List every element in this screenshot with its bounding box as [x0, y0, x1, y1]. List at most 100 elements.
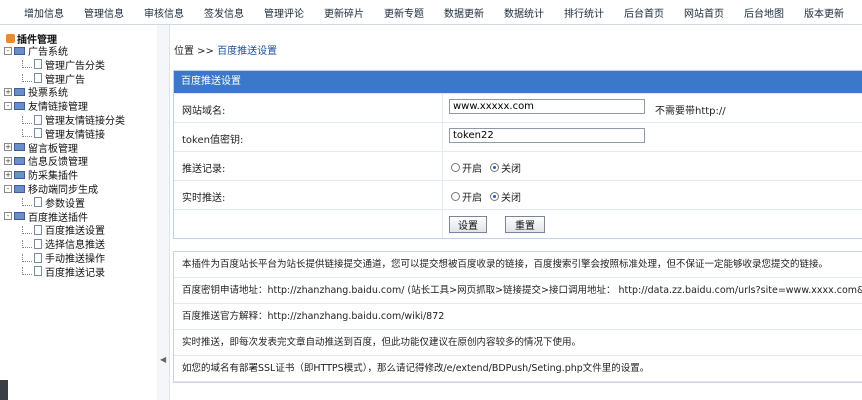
folder-icon [14, 101, 25, 110]
collapse-icon[interactable]: - [4, 46, 12, 55]
sidebar-item[interactable]: - 百度推送插件 [4, 210, 88, 224]
info-line: 百度密钥申请地址：http://zhanzhang.baidu.com/ (站长… [174, 277, 862, 303]
nav-version-update[interactable]: 版本更新 [792, 5, 852, 20]
site-domain-input[interactable] [449, 99, 645, 114]
realtime-push-on-radio[interactable] [451, 192, 460, 201]
nav-ranking-stats[interactable]: 排行统计 [552, 5, 612, 20]
reset-button[interactable]: 重置 [505, 216, 545, 233]
nav-update-fragments[interactable]: 更新碎片 [312, 5, 372, 20]
expand-icon[interactable]: + [4, 156, 12, 165]
page-icon [34, 266, 42, 277]
push-record-off-radio[interactable] [490, 163, 499, 172]
info-line: 本插件为百度站长平台为站长提供链接提交通道，您可以提交想被百度收录的链接，百度搜… [182, 259, 829, 270]
collapse-icon[interactable]: - [4, 101, 12, 110]
folder-icon [14, 212, 25, 221]
sidebar-item[interactable]: 百度推送设置 [22, 223, 105, 238]
sidebar-item[interactable]: 百度推送记录 [22, 265, 105, 279]
sidebar-item-label: 选择信息推送 [45, 240, 105, 252]
sidebar-item[interactable]: + 投票系统 [4, 85, 68, 100]
nav-update-topics[interactable]: 更新专题 [372, 5, 432, 20]
realtime-push-on-label[interactable]: 开启 [462, 189, 482, 204]
token-label: token值密钥: [182, 135, 244, 146]
tree-connector [22, 239, 32, 248]
nav-admin-map[interactable]: 后台地图 [732, 5, 792, 20]
sidebar-item-label: 百度推送记录 [45, 267, 105, 279]
sidebar-item-label: 移动端同步生成 [28, 185, 98, 196]
folder-icon [14, 87, 25, 96]
nav-sign-info[interactable]: 签发信息 [192, 5, 252, 20]
site-domain-label: 网站域名: [182, 106, 226, 117]
nav-review-info[interactable]: 审核信息 [132, 5, 192, 20]
tree-connector [22, 115, 32, 124]
sidebar-item-label: 管理广告分类 [45, 60, 105, 72]
collapse-icon[interactable]: - [4, 184, 12, 193]
tree-connector [22, 225, 32, 234]
realtime-push-off-radio[interactable] [490, 192, 499, 201]
sidebar-item-label: 参数设置 [45, 198, 85, 210]
folder-icon [14, 184, 25, 193]
push-record-on-radio[interactable] [451, 163, 460, 172]
page-icon [34, 238, 42, 249]
arrow-left-icon: ◀ [160, 355, 167, 364]
nav-site-home[interactable]: 网站首页 [672, 5, 732, 20]
form-title: 百度推送设置 [174, 71, 862, 93]
page-icon [34, 197, 42, 208]
sidebar-item[interactable]: 管理广告分类 [22, 58, 105, 72]
settings-form: 百度推送设置 网站域名: 不需要带http:// token值密钥: 推送记录:… [173, 70, 862, 239]
nav-admin-home[interactable]: 后台首页 [612, 5, 672, 20]
folder-icon [14, 170, 25, 179]
collapse-icon[interactable]: - [4, 212, 12, 221]
breadcrumb-link[interactable]: 百度推送设置 [217, 46, 277, 57]
sidebar-item[interactable]: - 移动端同步生成 [4, 182, 98, 196]
submit-button[interactable]: 设置 [449, 216, 487, 233]
sidebar-item-label: 防采集插件 [28, 171, 78, 183]
nav-add-info[interactable]: 增加信息 [0, 5, 72, 20]
sidebar-collapse-handle[interactable]: ◀ [157, 25, 170, 400]
sidebar-item[interactable]: 手动推送操作 [22, 251, 105, 265]
info-line: 百度推送官方解释：http://zhanzhang.baidu.com/wiki… [174, 303, 862, 329]
sidebar-item[interactable]: 参数设置 [22, 196, 85, 210]
push-record-on-label[interactable]: 开启 [462, 160, 482, 175]
push-record-off-label[interactable]: 关闭 [501, 160, 521, 175]
sidebar-item-label: 广告系统 [28, 47, 68, 58]
expand-icon[interactable]: + [4, 87, 12, 96]
info-panel: 本插件为百度站长平台为站长提供链接提交通道，您可以提交想被百度收录的链接，百度搜… [173, 251, 862, 383]
sidebar-item[interactable]: - 广告系统 [4, 44, 68, 58]
sidebar-item[interactable]: 管理友情链接分类 [22, 113, 125, 127]
sidebar-item[interactable]: + 留言板管理 [4, 141, 78, 155]
main-content: 位置 >> 百度推送设置 百度推送设置 网站域名: 不需要带http:// to… [170, 25, 862, 400]
button-row: 设置 重置 [174, 209, 862, 238]
tree-connector [22, 267, 32, 276]
page-icon [34, 252, 42, 263]
sidebar-item[interactable]: 选择信息推送 [22, 237, 105, 252]
breadcrumb-prefix: 位置 >> [174, 46, 214, 57]
sidebar-item-label: 百度推送插件 [28, 212, 88, 224]
expand-icon[interactable]: + [4, 170, 12, 179]
sidebar-item[interactable]: 管理广告 [22, 72, 85, 86]
expand-icon[interactable]: + [4, 143, 12, 152]
sidebar-item-label: 留言板管理 [28, 143, 78, 155]
nav-data-update[interactable]: 数据更新 [432, 5, 492, 20]
sidebar-item-label: 信息反馈管理 [28, 157, 88, 169]
tree-connector [22, 74, 32, 83]
site-domain-row: 网站域名: 不需要带http:// [174, 93, 862, 122]
tree-connector [22, 60, 32, 69]
realtime-push-label: 实时推送: [182, 193, 226, 204]
nav-manage-comments[interactable]: 管理评论 [252, 5, 312, 20]
nav-data-stats[interactable]: 数据统计 [492, 5, 552, 20]
sidebar-item-label: 百度推送设置 [45, 226, 105, 238]
info-line: 如您的域名有部署SSL证书（即HTTPS模式），那么请记得修改/e/extend… [174, 355, 862, 382]
plugin-icon [6, 34, 15, 43]
nav-manage-info[interactable]: 管理信息 [72, 5, 132, 20]
top-nav: 增加信息 管理信息 审核信息 签发信息 管理评论 更新碎片 更新专题 数据更新 … [0, 0, 862, 25]
realtime-push-off-label[interactable]: 关闭 [501, 189, 521, 204]
sidebar-item[interactable]: - 友情链接管理 [4, 99, 88, 113]
sidebar-item-label: 投票系统 [28, 88, 68, 100]
sidebar-item[interactable]: + 信息反馈管理 [4, 154, 88, 169]
sidebar-item[interactable]: + 防采集插件 [4, 168, 78, 183]
tree-connector [22, 253, 32, 262]
page-icon [34, 59, 42, 70]
token-input[interactable] [449, 128, 645, 143]
sidebar-item[interactable]: 管理友情链接 [22, 127, 105, 141]
sidebar-item-label: 手动推送操作 [45, 254, 105, 265]
